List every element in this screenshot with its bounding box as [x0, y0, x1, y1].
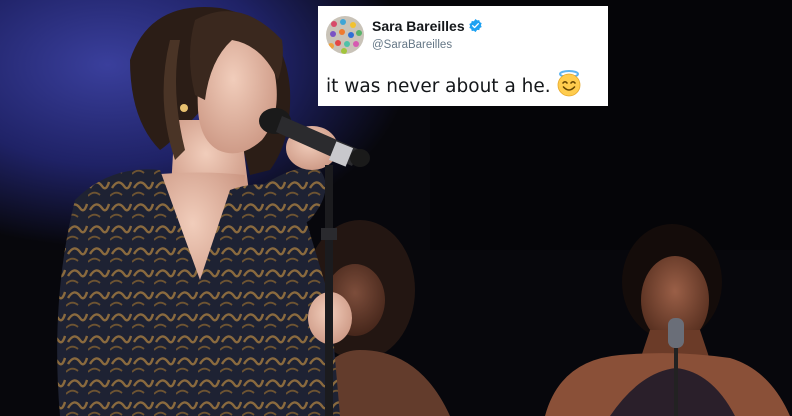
tweet-text: it was never about a he. [326, 69, 583, 102]
halo-face-emoji-icon [555, 69, 583, 102]
display-name[interactable]: Sara Bareilles [372, 18, 483, 36]
profile-avatar[interactable] [326, 16, 364, 54]
user-handle[interactable]: @SaraBareilles [372, 39, 452, 51]
display-name-text[interactable]: Sara Bareilles [372, 18, 465, 34]
tweet-card: Sara Bareilles @SaraBareilles it was nev… [318, 6, 608, 106]
mic-stand [325, 165, 333, 416]
verified-badge-icon [468, 18, 483, 36]
tweet-text-body: it was never about a he. [326, 76, 551, 97]
